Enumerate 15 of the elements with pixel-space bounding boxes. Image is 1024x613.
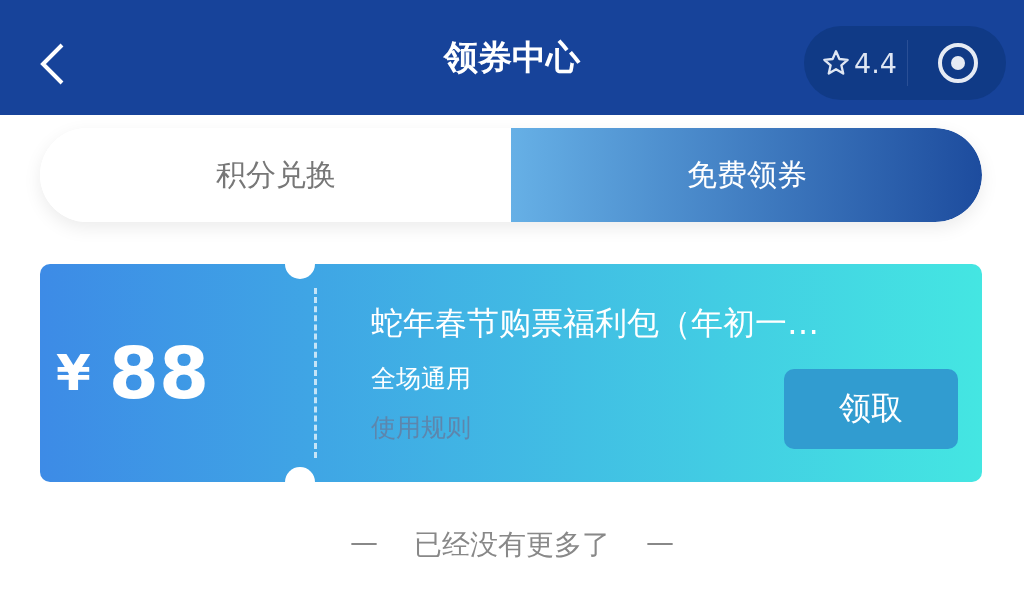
page-title: 领券中心 <box>444 35 580 79</box>
back-icon[interactable] <box>38 42 66 86</box>
coupon-scope: 全场通用 <box>371 363 471 395</box>
tab[interactable]: 免费领券 <box>511 128 982 222</box>
dash-text: — <box>646 526 674 561</box>
currency-symbol: ¥ <box>56 344 91 402</box>
tab[interactable]: 积分兑换 <box>40 128 511 222</box>
end-of-list-text: 已经没有更多了 <box>414 527 610 563</box>
coupon-title: 蛇年春节购票福利包（年初一… <box>371 304 819 342</box>
dash-text: — <box>350 526 378 561</box>
rating-text: 4.4 <box>854 47 897 79</box>
star-icon[interactable] <box>822 49 850 77</box>
coupon-amount: 88 <box>108 331 209 415</box>
claim-button[interactable]: 领取 <box>784 369 958 449</box>
target-icon[interactable] <box>935 41 980 85</box>
